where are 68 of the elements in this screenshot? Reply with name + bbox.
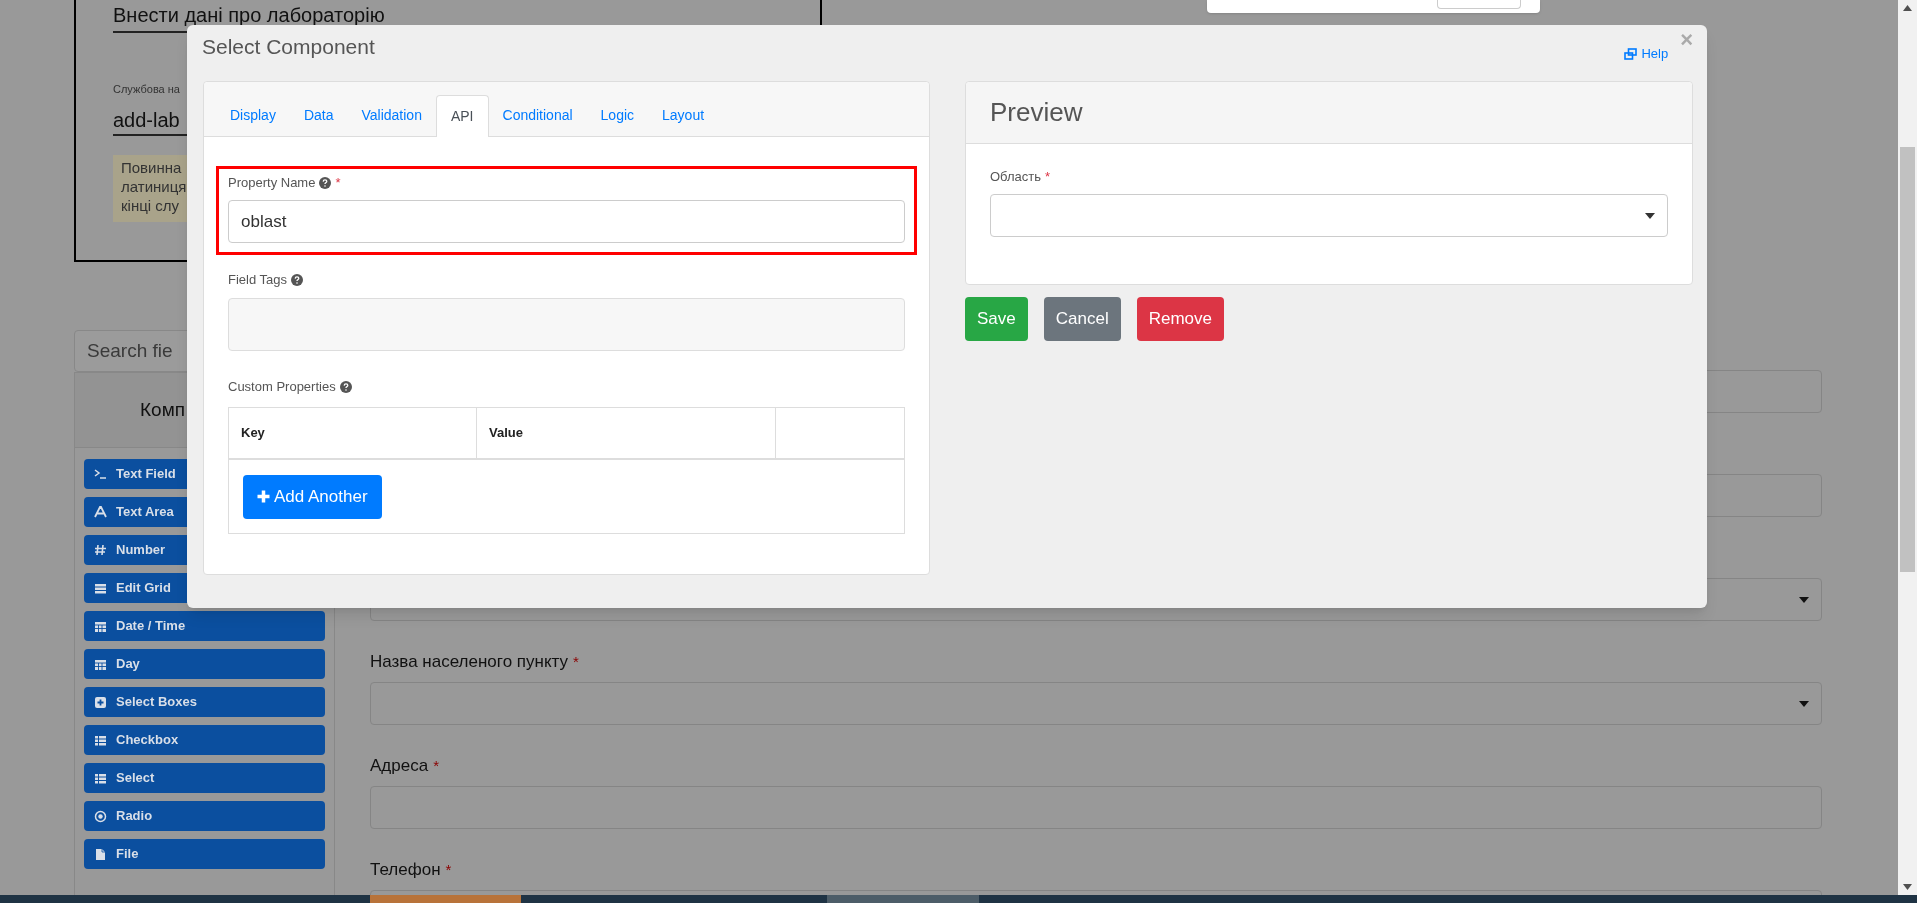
file-icon — [94, 847, 107, 861]
field-label: Property Name — [228, 174, 316, 193]
field-label: Область — [990, 168, 1042, 187]
tags-field[interactable] — [228, 298, 905, 351]
form-title: Внести дані про лабораторію — [113, 3, 385, 28]
component-button[interactable]: Checkbox — [84, 725, 325, 755]
note-text: кінці слу — [121, 195, 180, 215]
scroll-up-icon[interactable] — [1903, 5, 1912, 11]
font-icon — [94, 505, 107, 519]
note-text: латиниця — [121, 176, 187, 196]
select-field[interactable] — [990, 194, 1668, 237]
note-text: Повинна — [121, 157, 182, 177]
list-icon — [94, 771, 107, 785]
field-label: Назва населеного пункту — [370, 651, 568, 674]
add-another-button[interactable]: Add Another — [243, 474, 382, 519]
caret-down-icon — [1799, 596, 1809, 603]
plus-icon — [257, 490, 270, 503]
help-icon — [319, 177, 332, 189]
select-field[interactable] — [370, 682, 1822, 725]
radio-icon — [94, 809, 107, 823]
field-label: Службова на — [113, 82, 180, 97]
help-link[interactable]: Help — [1624, 44, 1669, 64]
hash-icon — [94, 543, 107, 557]
required-mark: * — [445, 859, 452, 880]
scroll-down-icon[interactable] — [1903, 884, 1912, 890]
caret-down-icon — [1645, 212, 1655, 219]
tab[interactable]: Validation — [347, 94, 436, 136]
component-button[interactable]: File — [84, 839, 325, 869]
scrollbar[interactable] — [1898, 0, 1917, 895]
tab[interactable]: API — [435, 95, 489, 137]
preview-title: Preview — [990, 96, 1083, 129]
input-field[interactable]: oblast — [228, 200, 905, 243]
required-mark: * — [1045, 168, 1051, 187]
dialog-title: Select Component — [202, 34, 375, 60]
required-mark: * — [573, 651, 579, 672]
field-label: Адреса — [370, 755, 429, 778]
column-header: Key — [241, 424, 265, 443]
required-mark: * — [335, 174, 341, 193]
plus-square-icon — [94, 695, 107, 709]
component-button[interactable]: Day — [84, 649, 325, 679]
table-icon — [94, 581, 107, 595]
field-label: Field Tags — [228, 271, 287, 290]
calendar-icon — [94, 657, 107, 671]
field-label: Custom Properties — [228, 378, 336, 397]
component-button[interactable]: Select Boxes — [84, 687, 325, 717]
help-icon — [339, 381, 352, 393]
tab[interactable]: Layout — [648, 94, 719, 136]
calendar-icon — [94, 619, 107, 633]
remove-button[interactable]: Remove — [1136, 297, 1224, 341]
component-button[interactable]: Select — [84, 763, 325, 793]
field-value: add-lab — [113, 107, 180, 132]
component-button[interactable]: Radio — [84, 801, 325, 831]
panel-heading: Комп — [140, 397, 185, 422]
component-button[interactable]: Date / Time — [84, 611, 325, 641]
list-icon — [94, 733, 107, 747]
field-label: Телефон — [370, 859, 441, 882]
tab[interactable]: Conditional — [488, 94, 587, 136]
tab[interactable]: Data — [289, 94, 348, 136]
save-button[interactable]: Save — [965, 297, 1028, 341]
tab[interactable]: Display — [216, 94, 290, 136]
help-icon — [291, 274, 303, 286]
cancel-button[interactable]: Cancel — [1043, 297, 1121, 341]
required-mark: * — [433, 755, 439, 776]
column-header: Value — [489, 424, 523, 443]
windows-icon — [1624, 47, 1638, 60]
terminal-icon — [94, 467, 107, 481]
tab[interactable]: Logic — [586, 94, 649, 136]
caret-down-icon — [1799, 700, 1809, 707]
